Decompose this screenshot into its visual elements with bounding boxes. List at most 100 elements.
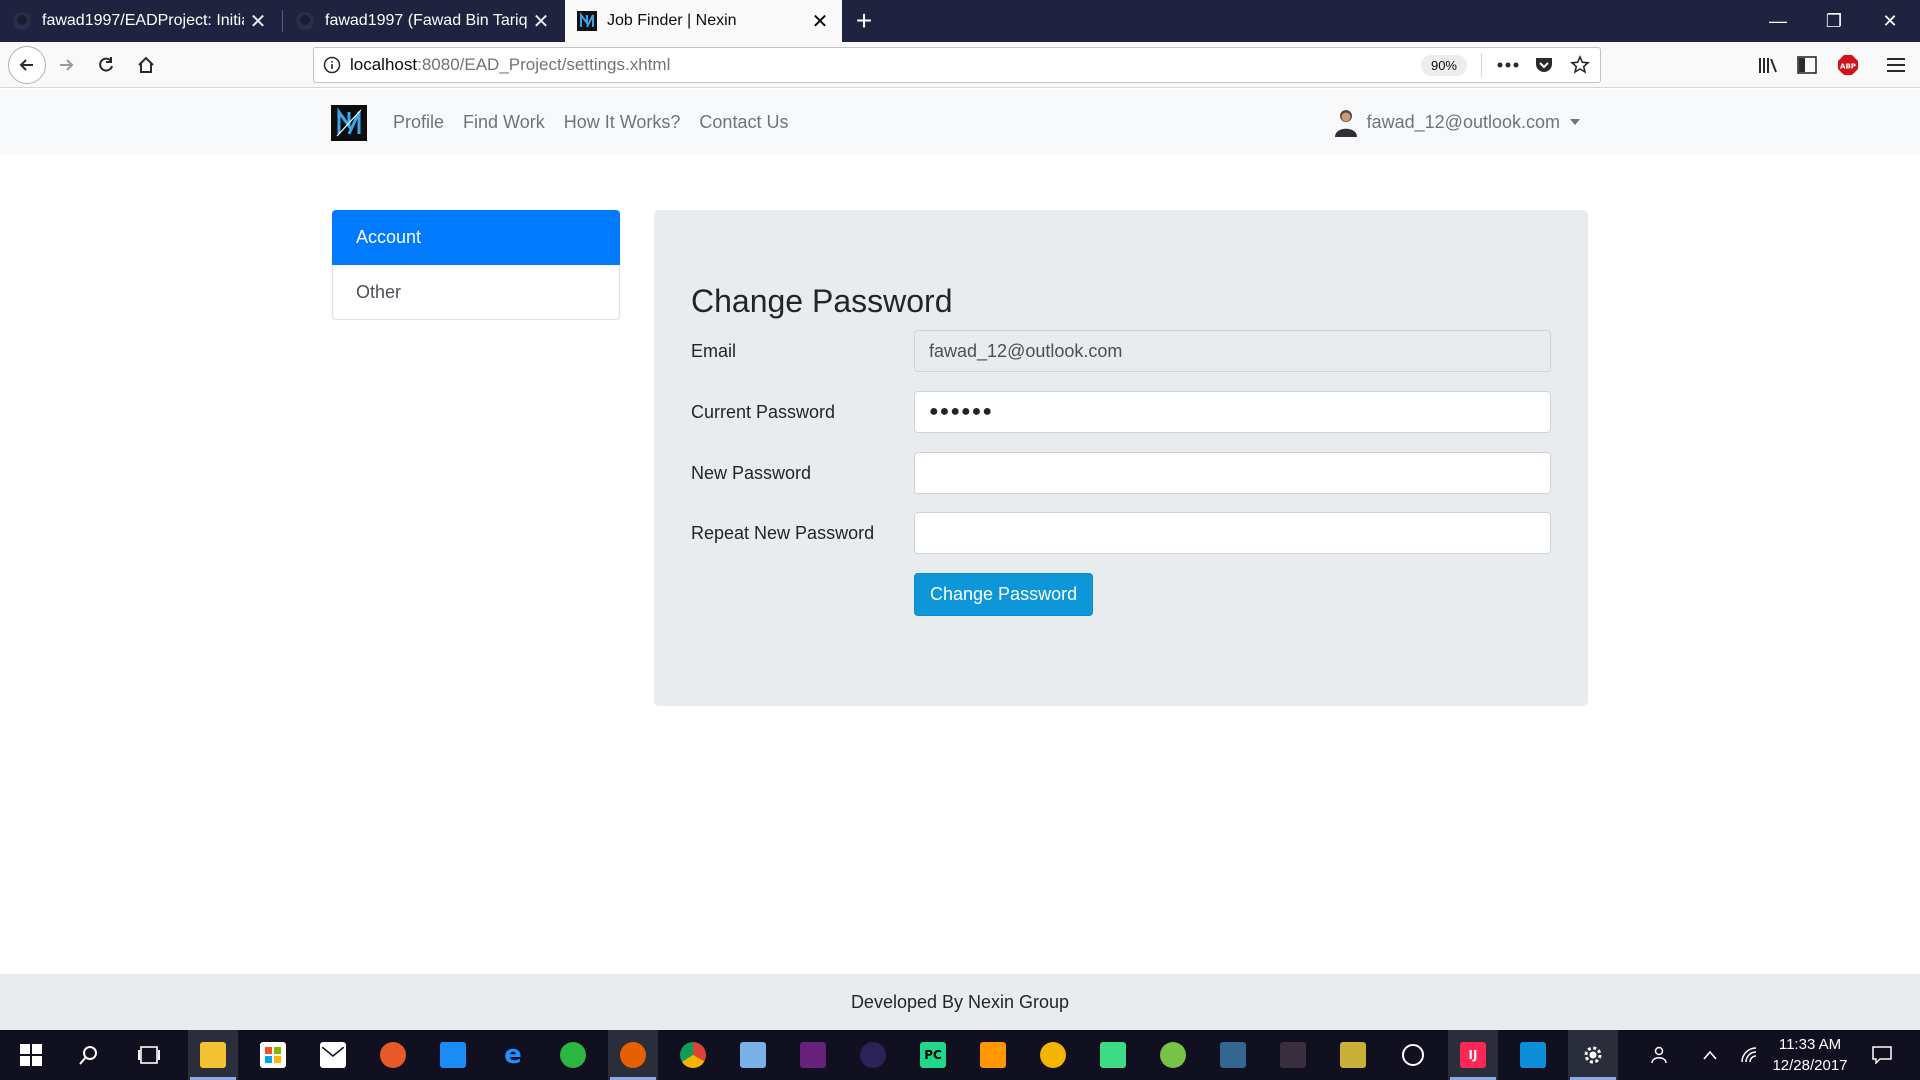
settings-icon[interactable] [1568, 1030, 1618, 1080]
tab-title: fawad1997 (Fawad Bin Tariq) [325, 12, 527, 29]
nexin-logo-icon[interactable] [331, 105, 367, 141]
postgres-icon[interactable] [1208, 1030, 1258, 1080]
avatar [1334, 110, 1357, 137]
reload-button[interactable] [88, 47, 124, 83]
sourcetree-icon[interactable] [368, 1030, 418, 1080]
minimize-window-button[interactable]: — [1750, 0, 1806, 42]
info-icon[interactable] [314, 56, 350, 74]
chrome-icon[interactable] [668, 1030, 718, 1080]
back-button[interactable] [8, 46, 46, 84]
task-view-icon[interactable] [124, 1030, 174, 1080]
back-arrow-icon [19, 59, 33, 71]
search-icon[interactable] [64, 1030, 114, 1080]
github-icon [12, 11, 32, 31]
mail-icon[interactable] [308, 1030, 358, 1080]
current-password-field[interactable]: ●●●●●● [914, 391, 1551, 433]
new-password-row: New Password [691, 452, 1551, 494]
close-tab-icon[interactable]: ✕ [244, 9, 272, 34]
clock-time: 11:33 AM [1778, 1036, 1842, 1053]
firefox-icon[interactable] [608, 1030, 658, 1080]
site-navbar: Profile Find Work How It Works? Contact … [0, 89, 1920, 155]
start-icon[interactable] [6, 1030, 56, 1080]
new-password-field[interactable] [914, 452, 1551, 494]
nav-link-find-work[interactable]: Find Work [463, 112, 545, 133]
user-dropdown[interactable]: fawad_12@outlook.com [1333, 89, 1580, 155]
chevron-down-icon [1570, 119, 1580, 125]
repeat-password-row: Repeat New Password [691, 512, 1551, 554]
pycharm-icon[interactable]: PC [908, 1030, 958, 1080]
repeat-password-label: Repeat New Password [691, 522, 875, 543]
android-studio-icon[interactable] [1088, 1030, 1138, 1080]
eclipse-icon[interactable] [848, 1030, 898, 1080]
forward-button[interactable] [48, 47, 84, 83]
close-tab-icon[interactable]: ✕ [527, 9, 555, 34]
edge-icon[interactable]: e [488, 1030, 538, 1080]
url-path: :8080/EAD_Project/settings.xhtml [417, 55, 671, 74]
bookmark-star-icon[interactable] [1564, 49, 1596, 81]
messenger-icon[interactable] [428, 1030, 478, 1080]
store-icon[interactable] [248, 1030, 298, 1080]
change-password-button[interactable]: Change Password [914, 573, 1094, 616]
hamburger-menu-icon[interactable] [1880, 49, 1912, 81]
home-button[interactable] [128, 47, 164, 83]
nav-link-how-it-works[interactable]: How It Works? [564, 112, 681, 133]
sidebar-item-other[interactable]: Other [332, 265, 620, 320]
pocket-icon[interactable] [1528, 49, 1560, 81]
virtualbox-icon[interactable] [728, 1030, 778, 1080]
close-tab-icon[interactable]: ✕ [806, 9, 834, 34]
sidebar-item-account[interactable]: Account [332, 210, 620, 265]
visual-studio-icon[interactable] [788, 1030, 838, 1080]
vlc-icon[interactable] [1028, 1030, 1078, 1080]
zoom-level-badge[interactable]: 90% [1420, 54, 1467, 76]
url-text[interactable]: localhost:8080/EAD_Project/settings.xhtm… [350, 55, 1421, 75]
svg-text:ABP: ABP [1840, 63, 1856, 71]
whatsapp-icon[interactable] [548, 1030, 598, 1080]
footer-text: Developed By Nexin Group [850, 991, 1070, 1012]
nav-link-contact-us[interactable]: Contact Us [699, 112, 788, 133]
system-clock[interactable]: 11:33 AM 12/28/2017 [1756, 1034, 1864, 1076]
site-footer: Developed By Nexin Group [0, 974, 1920, 1030]
browser-toolbar: localhost:8080/EAD_Project/settings.xhtm… [0, 42, 1920, 88]
sidebar-toggle-icon[interactable] [1791, 49, 1823, 81]
url-divider [1481, 53, 1482, 77]
windows-taskbar: e PC IJ 11:33 AM 12/28/2017 [0, 1030, 1920, 1080]
tab-title: Job Finder | Nexin [607, 12, 737, 29]
people-icon[interactable] [1640, 1030, 1680, 1080]
browser-tab-1[interactable]: fawad1997/EADProject: Initial C ✕ [0, 0, 280, 42]
notification-center-icon[interactable] [1862, 1030, 1902, 1080]
browser-tab-active[interactable]: Job Finder | Nexin ✕ [565, 0, 842, 42]
chevron-up-icon[interactable] [1690, 1030, 1730, 1080]
home-icon [138, 56, 154, 73]
utorrent-icon[interactable] [1148, 1030, 1198, 1080]
nexin-logo-icon [577, 11, 597, 31]
restore-window-button[interactable]: ❐ [1806, 0, 1862, 42]
adblock-plus-icon[interactable]: ABP [1832, 49, 1864, 81]
file-explorer-icon[interactable] [188, 1030, 238, 1080]
nav-link-profile[interactable]: Profile [393, 112, 444, 133]
page-actions-icon[interactable] [1492, 49, 1524, 81]
close-window-button[interactable]: ✕ [1862, 0, 1918, 42]
tab-title: fawad1997/EADProject: Initial C [42, 12, 244, 29]
current-password-label: Current Password [691, 401, 836, 422]
library-icon[interactable] [1752, 49, 1784, 81]
snipping-icon[interactable] [1508, 1030, 1558, 1080]
email-label: Email [691, 340, 737, 361]
change-password-panel: Change Password Email fawad_12@outlook.c… [654, 210, 1588, 706]
sublime-icon[interactable] [968, 1030, 1018, 1080]
speedometer-icon[interactable] [1388, 1030, 1438, 1080]
new-tab-button[interactable]: + [848, 0, 880, 42]
git-kraken-icon[interactable] [1268, 1030, 1318, 1080]
github-icon [295, 11, 315, 31]
password-mask: ●●●●●● [929, 403, 993, 420]
tools-icon[interactable] [1328, 1030, 1378, 1080]
repeat-password-field[interactable] [914, 512, 1551, 554]
url-bar[interactable]: localhost:8080/EAD_Project/settings.xhtm… [313, 47, 1601, 83]
page-title: Change Password [691, 283, 953, 319]
new-password-label: New Password [691, 462, 812, 483]
browser-tab-2[interactable]: fawad1997 (Fawad Bin Tariq) ✕ [283, 0, 563, 42]
intellij-icon[interactable]: IJ [1448, 1030, 1498, 1080]
browser-tab-strip: fawad1997/EADProject: Initial C ✕ fawad1… [0, 0, 1920, 42]
current-password-row: Current Password ●●●●●● [691, 391, 1551, 433]
main-nav-links: Profile Find Work How It Works? Contact … [393, 89, 807, 155]
email-row: Email fawad_12@outlook.com [691, 330, 1551, 372]
